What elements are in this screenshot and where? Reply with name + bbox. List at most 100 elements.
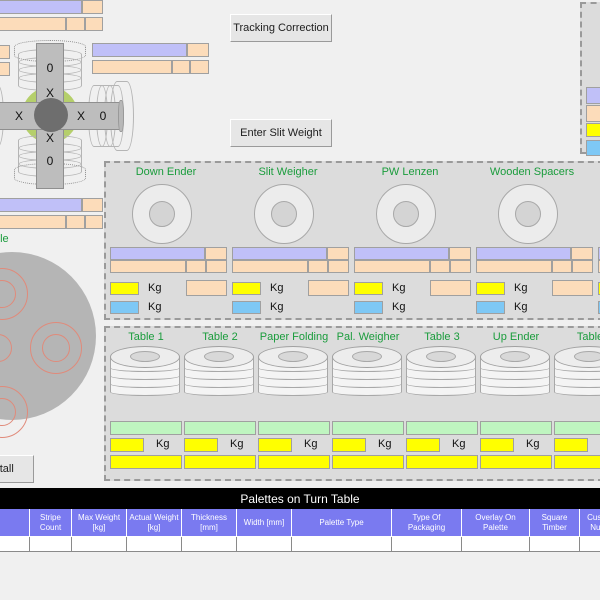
field-peach-upper-d-3[interactable] (572, 260, 593, 273)
field-peach-upper-b-3[interactable] (476, 260, 552, 273)
field-green-lower-1[interactable] (184, 421, 256, 435)
field-blue-upper-2[interactable] (354, 301, 383, 314)
field-peach-top-3[interactable] (66, 17, 85, 31)
field-peach-upper-c-0[interactable] (186, 260, 206, 273)
field-yellow-lower-3[interactable] (332, 438, 366, 452)
field-blue-upper-1[interactable] (232, 301, 261, 314)
field-green-lower-0[interactable] (110, 421, 182, 435)
grid-cell-0-6[interactable] (292, 537, 392, 552)
field-purple-upper-2[interactable] (354, 247, 449, 260)
field-blue-upper-0[interactable] (110, 301, 139, 314)
field-purple-upper-1[interactable] (232, 247, 327, 260)
field-purple-upper-3[interactable] (476, 247, 571, 260)
grid-cell-0-1[interactable] (30, 537, 72, 552)
field-peach-upper-e-3[interactable] (552, 280, 593, 296)
grid-body-row-0[interactable] (0, 537, 600, 552)
field-green-lower-3[interactable] (332, 421, 404, 435)
field-purple-upper-0[interactable] (110, 247, 205, 260)
field-yellow-lower-0[interactable] (110, 438, 144, 452)
right-panel-field-yellow[interactable] (586, 123, 600, 137)
grid-column-header-0 (0, 509, 30, 537)
field-peach-upper-d-0[interactable] (206, 260, 227, 273)
field-purple-bot-1[interactable] (0, 198, 82, 212)
enter-slit-weight-button[interactable]: Enter Slit Weight (230, 119, 332, 147)
field-blue-upper-3[interactable] (476, 301, 505, 314)
field-peach-upper-c-3[interactable] (552, 260, 572, 273)
grid-cell-0-7[interactable] (392, 537, 462, 552)
grid-cell-0-4[interactable] (182, 537, 237, 552)
field-peach-bot-2[interactable] (0, 215, 66, 229)
turret-value-x-right: X (76, 109, 85, 123)
right-panel-field-purple[interactable] (586, 87, 600, 104)
right-panel-field-peach[interactable] (586, 105, 600, 122)
field-yellow-wide-lower-2[interactable] (258, 455, 330, 469)
field-peach-bot-3[interactable] (66, 215, 85, 229)
field-peach-upper-a-2[interactable] (449, 247, 471, 260)
field-peach-upper-c-1[interactable] (308, 260, 328, 273)
field-green-lower-5[interactable] (480, 421, 552, 435)
field-yellow-upper-3[interactable] (476, 282, 505, 295)
grid-cell-0-5[interactable] (237, 537, 292, 552)
grid-cell-0-2[interactable] (72, 537, 127, 552)
field-peach-upper-e-0[interactable] (186, 280, 227, 296)
turret-value-x-upper: X (45, 86, 54, 100)
turn-table-label: ble (0, 233, 9, 245)
field-peach-upper-c-2[interactable] (430, 260, 450, 273)
grid-cell-0-3[interactable] (127, 537, 182, 552)
field-peach-top-4[interactable] (85, 17, 103, 31)
field-yellow-lower-5[interactable] (480, 438, 514, 452)
right-panel-field-blue[interactable] (586, 140, 600, 156)
grid-cell-0-10[interactable] (580, 537, 600, 552)
field-peach-upper-b-0[interactable] (110, 260, 186, 273)
field-peach-mid-3[interactable] (172, 60, 190, 74)
grid-column-header-2: Max Weight [kg] (72, 509, 127, 537)
field-yellow-wide-lower-3[interactable] (332, 455, 404, 469)
field-yellow-wide-lower-1[interactable] (184, 455, 256, 469)
right-side-panel (580, 2, 600, 156)
field-peach-upper-e-2[interactable] (430, 280, 471, 296)
field-yellow-wide-lower-6[interactable] (554, 455, 600, 469)
field-yellow-upper-2[interactable] (354, 282, 383, 295)
grid-cell-0-0[interactable] (0, 537, 30, 552)
field-peach-bot-4[interactable] (85, 215, 103, 229)
field-yellow-lower-2[interactable] (258, 438, 292, 452)
field-purple-top-1[interactable] (0, 0, 82, 14)
field-peach-upper-a-3[interactable] (571, 247, 593, 260)
roll-ring-2 (376, 184, 436, 244)
grid-cell-0-9[interactable] (530, 537, 580, 552)
station-label-lower-2: Paper Folding (259, 331, 329, 343)
field-yellow-lower-1[interactable] (184, 438, 218, 452)
field-yellow-wide-lower-0[interactable] (110, 455, 182, 469)
field-yellow-wide-lower-4[interactable] (406, 455, 478, 469)
kg-label-lower-4: Kg (452, 438, 466, 450)
field-peach-mid-1[interactable] (187, 43, 209, 57)
field-peach-mid-4[interactable] (190, 60, 209, 74)
field-peach-upper-e-1[interactable] (308, 280, 349, 296)
field-green-lower-6[interactable] (554, 421, 600, 435)
field-peach-top-1[interactable] (82, 0, 103, 14)
field-green-lower-4[interactable] (406, 421, 478, 435)
field-peach-upper-a-0[interactable] (205, 247, 227, 260)
kg-label-upper-a-3: Kg (514, 282, 528, 294)
field-peach-top-2[interactable] (0, 17, 66, 31)
field-yellow-lower-6[interactable] (554, 438, 588, 452)
field-yellow-lower-4[interactable] (406, 438, 440, 452)
pallet-stack-4 (406, 346, 476, 396)
field-yellow-wide-lower-5[interactable] (480, 455, 552, 469)
field-yellow-upper-0[interactable] (110, 282, 139, 295)
grid-title-bar: Palettes on Turn Table (0, 488, 600, 509)
station-label-lower-5: Up Ender (492, 331, 540, 343)
field-peach-bot-1[interactable] (82, 198, 103, 212)
field-peach-upper-b-1[interactable] (232, 260, 308, 273)
field-peach-upper-d-1[interactable] (328, 260, 349, 273)
kg-label-lower-5: Kg (526, 438, 540, 450)
tracking-correction-button[interactable]: Tracking Correction (230, 14, 332, 42)
field-green-lower-2[interactable] (258, 421, 330, 435)
install-button[interactable]: stall (0, 455, 34, 483)
field-peach-upper-d-2[interactable] (450, 260, 471, 273)
kg-label-upper-b-3: Kg (514, 301, 528, 313)
grid-cell-0-8[interactable] (462, 537, 530, 552)
field-peach-upper-a-1[interactable] (327, 247, 349, 260)
field-yellow-upper-1[interactable] (232, 282, 261, 295)
field-peach-upper-b-2[interactable] (354, 260, 430, 273)
